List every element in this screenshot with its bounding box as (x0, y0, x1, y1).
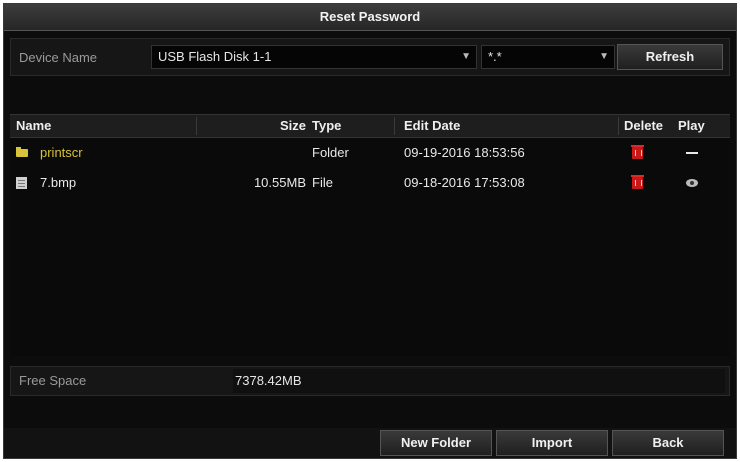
chevron-down-icon: ▼ (599, 51, 609, 62)
device-select-value: USB Flash Disk 1-1 (158, 49, 272, 64)
device-name-label: Device Name (19, 50, 98, 65)
file-size: 10.55MB (253, 175, 306, 190)
new-folder-button[interactable]: New Folder (380, 430, 492, 456)
dialog-title: Reset Password (4, 4, 736, 31)
free-space-value: 7378.42MB (233, 369, 725, 393)
import-button[interactable]: Import (496, 430, 608, 456)
table-row[interactable]: printscr Folder 09-19-2016 18:53:56 (10, 138, 730, 168)
column-delete: Delete (624, 118, 664, 133)
delete-icon[interactable] (631, 175, 644, 189)
column-type[interactable]: Type (312, 115, 341, 137)
file-name: printscr (40, 145, 83, 160)
device-select[interactable]: USB Flash Disk 1-1 ▼ (151, 45, 477, 69)
device-row: Device Name USB Flash Disk 1-1 ▼ *.* ▼ R… (10, 38, 730, 76)
play-icon[interactable] (686, 179, 698, 187)
file-list: printscr Folder 09-19-2016 18:53:56 7.bm… (10, 138, 730, 356)
no-play-icon (686, 152, 698, 154)
folder-icon (16, 147, 28, 157)
delete-icon[interactable] (631, 145, 644, 159)
file-filter-value: *.* (488, 49, 502, 64)
free-space-label: Free Space (19, 373, 87, 388)
file-filter-select[interactable]: *.* ▼ (481, 45, 615, 69)
column-divider (618, 117, 619, 135)
file-edit-date: 09-18-2016 17:53:08 (404, 175, 525, 190)
column-divider (394, 117, 395, 135)
column-play: Play (678, 118, 705, 133)
back-button[interactable]: Back (612, 430, 724, 456)
file-icon (16, 177, 27, 189)
file-edit-date: 09-19-2016 18:53:56 (404, 145, 525, 160)
column-divider (196, 117, 197, 135)
file-table-header: Name Size Type Edit Date Delete Play (10, 114, 730, 138)
chevron-down-icon: ▼ (461, 51, 471, 62)
file-type: Folder (312, 145, 349, 160)
column-size[interactable]: Size (198, 115, 306, 137)
free-space-row: Free Space 7378.42MB (10, 366, 730, 396)
file-name: 7.bmp (40, 175, 77, 190)
column-name[interactable]: Name (16, 115, 51, 137)
reset-password-dialog: Reset Password Device Name USB Flash Dis… (3, 3, 737, 459)
file-type: File (312, 175, 333, 190)
table-row[interactable]: 7.bmp 10.55MB File 09-18-2016 17:53:08 (10, 168, 730, 198)
column-edit-date[interactable]: Edit Date (404, 115, 460, 137)
refresh-button[interactable]: Refresh (617, 44, 723, 70)
